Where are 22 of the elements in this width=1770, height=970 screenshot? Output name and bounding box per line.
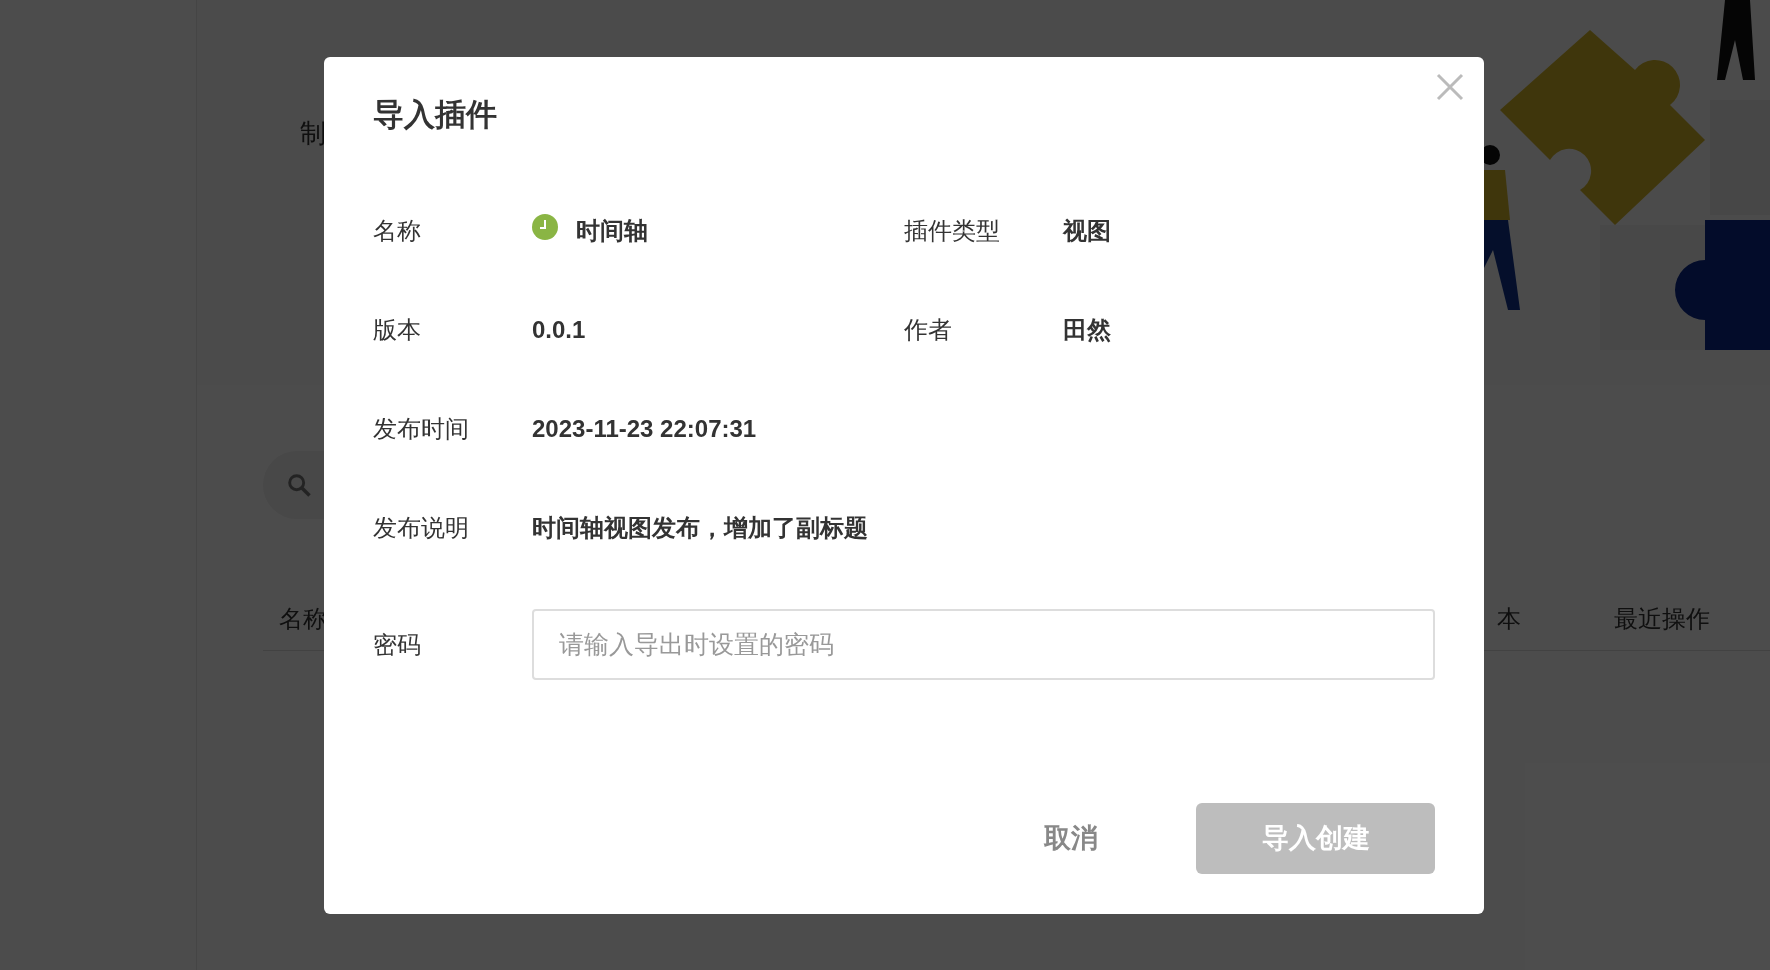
field-label: 名称 — [373, 215, 422, 246]
field-label: 插件类型 — [904, 215, 1001, 246]
field-label: 发布时间 — [373, 413, 470, 444]
dialog-title: 导入插件 — [373, 97, 498, 133]
close-button[interactable] — [1434, 71, 1466, 103]
field-value: 时间轴视图发布，增加了副标题 — [532, 512, 868, 543]
field-label: 密码 — [373, 629, 422, 660]
column-header: 最近操作 — [1614, 603, 1710, 634]
clock-icon — [532, 213, 558, 240]
field-label: 版本 — [373, 314, 422, 345]
field-value: 2023-11-23 22:07:31 — [532, 413, 757, 444]
field-value: 田然 — [1063, 314, 1111, 345]
field-value: 0.0.1 — [532, 314, 586, 345]
field-value: 视图 — [1063, 215, 1111, 246]
field-label: 作者 — [904, 314, 953, 345]
password-field[interactable]: 请输入导出时设置的密码 — [532, 609, 1435, 680]
column-header: 本 — [1497, 603, 1521, 634]
cancel-button[interactable]: 取消 — [991, 803, 1151, 874]
field-value: 时间轴 — [576, 215, 648, 246]
field-label: 发布说明 — [373, 512, 470, 543]
close-icon — [1436, 73, 1464, 101]
page-subtitle: 制 — [300, 117, 326, 150]
